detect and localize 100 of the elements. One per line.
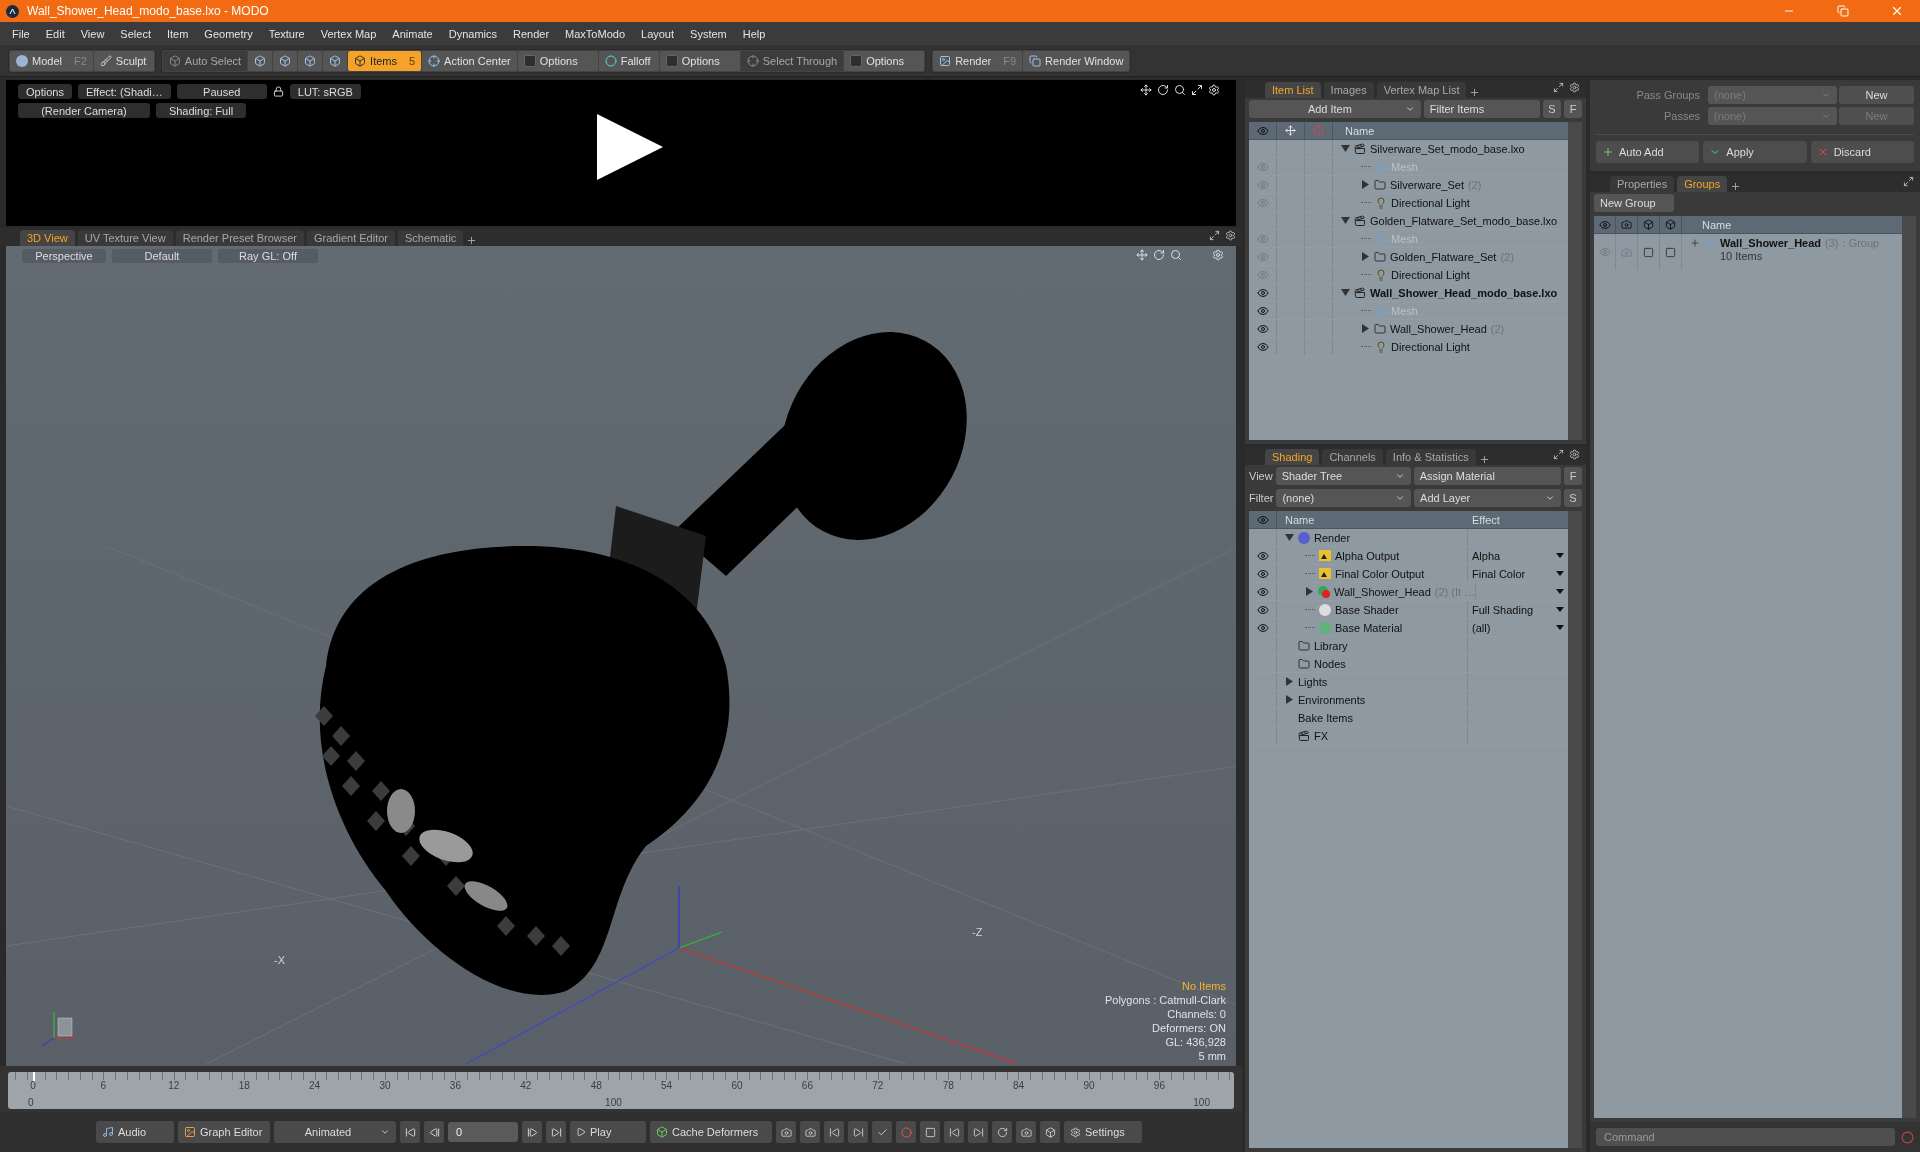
panel-tab[interactable]: Groups — [1677, 176, 1728, 192]
item-name[interactable]: Directional Light — [1391, 196, 1470, 209]
action-button[interactable]: Auto Add — [1596, 141, 1700, 163]
select-mode-button[interactable] — [273, 50, 298, 71]
filter-dropdown[interactable]: (none) — [1276, 489, 1412, 507]
tool-button[interactable] — [944, 1121, 964, 1143]
preview-button[interactable]: LUT: sRGB — [289, 84, 361, 99]
item-name[interactable]: Silverware_Set — [1390, 178, 1464, 191]
visibility-icon[interactable] — [1256, 286, 1269, 299]
expand-arrow-icon[interactable] — [1341, 216, 1350, 225]
select-mode-button[interactable] — [248, 50, 273, 71]
toolbar-button[interactable]: Sculpt — [93, 50, 154, 71]
toolbar-button[interactable]: Falloff — [598, 50, 659, 71]
action-button[interactable]: Discard — [1810, 141, 1914, 163]
s-button[interactable]: S — [1564, 489, 1582, 507]
expand-arrow-icon[interactable] — [1361, 252, 1370, 261]
view-dropdown[interactable]: Shader Tree — [1275, 467, 1411, 485]
preview-button[interactable]: (Render Camera) — [18, 103, 150, 118]
new-group-button[interactable]: New Group — [1594, 194, 1674, 212]
toolbar-button[interactable]: Options — [844, 50, 925, 71]
transport-button[interactable] — [424, 1121, 444, 1143]
panel-tab[interactable]: Vertex Map List — [1376, 82, 1467, 98]
expand-arrow-icon[interactable] — [1361, 180, 1370, 189]
expand-arrow-icon[interactable] — [1285, 695, 1294, 704]
menu-item[interactable]: Render — [505, 27, 558, 40]
menu-item[interactable]: Vertex Map — [312, 27, 385, 40]
item-name[interactable]: Directional Light — [1391, 340, 1470, 353]
tool-button[interactable] — [848, 1121, 868, 1143]
menu-item[interactable]: MaxToModo — [557, 27, 633, 40]
visibility-icon[interactable] — [1256, 621, 1269, 634]
command-field[interactable]: Command — [1596, 1128, 1895, 1146]
panel-tab[interactable]: Shading — [1265, 449, 1320, 465]
panel-tab[interactable]: Schematic — [398, 230, 464, 246]
transport-button[interactable] — [522, 1121, 542, 1143]
s-button[interactable]: S — [1543, 100, 1561, 118]
layer-name[interactable]: FX — [1314, 729, 1329, 742]
layer-name[interactable]: Base Material — [1335, 621, 1403, 634]
preview-button[interactable]: Shading: Full — [156, 103, 246, 118]
dropdown-arrow-icon[interactable] — [1556, 571, 1564, 576]
toolbar-button[interactable]: Options — [517, 50, 598, 71]
item-name[interactable]: Directional Light — [1391, 268, 1470, 281]
menu-item[interactable]: View — [72, 27, 113, 40]
tool-button[interactable] — [968, 1121, 988, 1143]
menu-item[interactable]: Help — [734, 27, 774, 40]
timeline-ruler[interactable]: 0 6 12 18 24 30 36 42 48 54 60 66 72 78 84 90 96 0 100 100 — [8, 1072, 1234, 1109]
panel-tab[interactable]: Images — [1323, 82, 1374, 98]
cache-deformers-button[interactable]: Cache Deformers — [650, 1121, 772, 1143]
panel-tab[interactable]: UV Texture View — [77, 230, 173, 246]
tool-button[interactable] — [824, 1121, 844, 1143]
toolbar-button[interactable]: Items 5 — [348, 50, 422, 71]
dropdown-arrow-icon[interactable] — [1556, 589, 1564, 594]
panel-tab[interactable]: 3D View — [20, 230, 75, 246]
tool-button[interactable] — [1016, 1121, 1036, 1143]
preview-button[interactable]: Effect: (Shadi… — [77, 84, 171, 99]
audio-button[interactable]: Audio — [96, 1121, 174, 1143]
tool-button[interactable] — [800, 1121, 820, 1143]
dropdown-arrow-icon[interactable] — [1556, 553, 1564, 558]
viewport-button[interactable]: Default — [112, 249, 212, 263]
panel-tab[interactable]: Channels — [1322, 449, 1383, 465]
panel-tab[interactable]: Render Preset Browser — [175, 230, 304, 246]
preview-button[interactable]: Paused — [176, 84, 267, 99]
menu-item[interactable]: Edit — [37, 27, 73, 40]
tool-button[interactable] — [1040, 1121, 1060, 1143]
toolbar-button[interactable]: Render Window — [1023, 50, 1130, 71]
f-button[interactable]: F — [1564, 100, 1582, 118]
menu-item[interactable]: Geometry — [196, 27, 261, 40]
menu-item[interactable]: Select — [112, 27, 159, 40]
panel-tab[interactable]: Info & Statistics — [1385, 449, 1476, 465]
dropdown-arrow-icon[interactable] — [1556, 625, 1564, 630]
menu-item[interactable]: Item — [158, 27, 197, 40]
layer-name[interactable]: Wall_Shower_Head — [1334, 585, 1431, 598]
select-mode-button[interactable] — [323, 50, 348, 71]
layer-name[interactable]: Alpha Output — [1335, 549, 1400, 562]
layer-name[interactable]: Bake Items — [1298, 711, 1354, 724]
expand-arrow-icon[interactable] — [1361, 324, 1370, 333]
settings-button[interactable]: Settings — [1064, 1121, 1142, 1143]
mode-dropdown[interactable]: Animated — [274, 1121, 396, 1143]
filter-field[interactable]: Filter Items — [1423, 100, 1540, 118]
menu-item[interactable]: Layout — [633, 27, 683, 40]
new-button[interactable]: New — [1839, 86, 1914, 104]
group-name[interactable]: Wall_Shower_Head — [1720, 237, 1822, 249]
layer-name[interactable]: Lights — [1298, 675, 1328, 688]
expand-arrow-icon[interactable] — [1285, 533, 1294, 542]
visibility-icon[interactable] — [1256, 585, 1269, 598]
item-name[interactable]: Silverware_Set_modo_base.lxo — [1370, 142, 1525, 155]
frame-field[interactable]: 0 — [448, 1122, 518, 1142]
layer-name[interactable]: Library — [1314, 639, 1348, 652]
layer-name[interactable]: Final Color Output — [1335, 567, 1425, 580]
layer-name[interactable]: Base Shader — [1335, 603, 1399, 616]
select-mode-button[interactable] — [298, 50, 323, 71]
tool-button[interactable] — [776, 1121, 796, 1143]
f-button[interactable]: F — [1564, 467, 1582, 485]
expand-arrow-icon[interactable] — [1285, 677, 1294, 686]
panel-tab[interactable]: Gradient Editor — [307, 230, 395, 246]
action-button[interactable]: Apply — [1703, 141, 1807, 163]
item-name[interactable]: Golden_Flatware_Set — [1390, 250, 1497, 263]
viewport-button[interactable]: Ray GL: Off — [218, 249, 318, 263]
play-button[interactable]: Play — [570, 1121, 646, 1143]
panel-tab[interactable]: Item List — [1265, 82, 1321, 98]
add-layer-dropdown[interactable]: Add Layer — [1414, 489, 1561, 507]
